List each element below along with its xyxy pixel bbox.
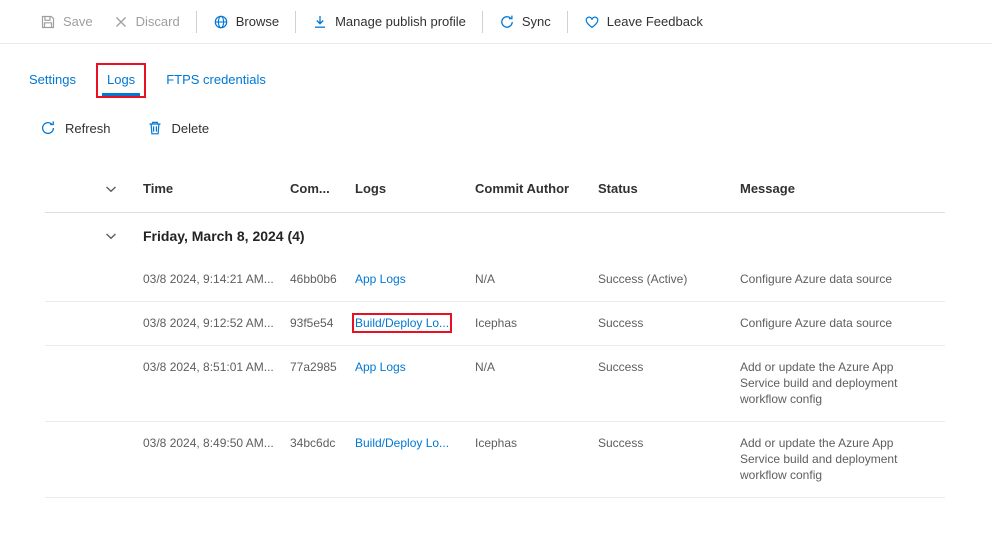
- browse-button[interactable]: Browse: [203, 8, 289, 36]
- table-row[interactable]: 03/8 2024, 8:51:01 AM... 77a2985 App Log…: [45, 346, 945, 422]
- cell-message: Add or update the Azure App Service buil…: [740, 359, 945, 407]
- header-message: Message: [740, 181, 945, 197]
- chevron-down-icon: [103, 181, 119, 197]
- save-label: Save: [63, 14, 93, 29]
- save-button[interactable]: Save: [30, 8, 103, 36]
- cell-message: Add or update the Azure App Service buil…: [740, 435, 945, 483]
- build-deploy-logs-link[interactable]: Build/Deploy Lo...: [355, 316, 449, 330]
- build-deploy-logs-link[interactable]: Build/Deploy Lo...: [355, 436, 449, 450]
- header-commit-author: Commit Author: [475, 181, 598, 197]
- tab-settings[interactable]: Settings: [20, 65, 85, 96]
- tab-strip: Settings Logs FTPS credentials: [0, 44, 992, 96]
- cell-commit-author: N/A: [475, 359, 598, 375]
- group-collapse-chevron[interactable]: [45, 228, 143, 244]
- command-bar: Save Discard Browse Manage publish profi…: [0, 0, 992, 44]
- save-icon: [40, 14, 56, 30]
- tab-logs[interactable]: Logs: [98, 65, 144, 96]
- leave-feedback-button[interactable]: Leave Feedback: [574, 8, 713, 36]
- deployment-logs-table: Time Com... Logs Commit Author Status Me…: [45, 169, 945, 498]
- manage-publish-profile-label: Manage publish profile: [335, 14, 466, 29]
- cell-commit-author: Icephas: [475, 315, 598, 331]
- discard-label: Discard: [136, 14, 180, 29]
- table-row[interactable]: 03/8 2024, 8:49:50 AM... 34bc6dc Build/D…: [45, 422, 945, 498]
- collapse-all-chevron[interactable]: [45, 181, 143, 197]
- cell-status: Success: [598, 359, 740, 375]
- cell-commit: 34bc6dc: [290, 435, 355, 451]
- cell-commit: 93f5e54: [290, 315, 355, 331]
- cell-commit-author: N/A: [475, 271, 598, 287]
- header-status: Status: [598, 181, 740, 197]
- cell-commit: 77a2985: [290, 359, 355, 375]
- toolbar-separator: [196, 11, 197, 33]
- toolbar-separator: [567, 11, 568, 33]
- cell-status: Success (Active): [598, 271, 740, 287]
- delete-button[interactable]: Delete: [137, 114, 220, 142]
- group-row: Friday, March 8, 2024 (4): [45, 213, 945, 258]
- x-icon: [113, 14, 129, 30]
- discard-button[interactable]: Discard: [103, 8, 190, 36]
- refresh-button[interactable]: Refresh: [30, 114, 121, 142]
- header-commit: Com...: [290, 181, 355, 197]
- cell-time: 03/8 2024, 9:14:21 AM...: [143, 271, 290, 287]
- globe-icon: [213, 14, 229, 30]
- cell-commit-author: Icephas: [475, 435, 598, 451]
- sync-button[interactable]: Sync: [489, 8, 561, 36]
- cell-message: Configure Azure data source: [740, 271, 945, 287]
- table-header-row: Time Com... Logs Commit Author Status Me…: [45, 169, 945, 213]
- refresh-icon: [40, 120, 56, 136]
- delete-label: Delete: [172, 121, 210, 136]
- refresh-label: Refresh: [65, 121, 111, 136]
- table-row[interactable]: 03/8 2024, 9:12:52 AM... 93f5e54 Build/D…: [45, 302, 945, 346]
- leave-feedback-label: Leave Feedback: [607, 14, 703, 29]
- app-logs-link[interactable]: App Logs: [355, 272, 406, 286]
- logs-action-bar: Refresh Delete: [0, 114, 992, 142]
- cell-status: Success: [598, 315, 740, 331]
- manage-publish-profile-button[interactable]: Manage publish profile: [302, 8, 476, 36]
- header-time: Time: [143, 181, 290, 197]
- table-row[interactable]: 03/8 2024, 9:14:21 AM... 46bb0b6 App Log…: [45, 258, 945, 302]
- cell-commit: 46bb0b6: [290, 271, 355, 287]
- sync-icon: [499, 14, 515, 30]
- browse-label: Browse: [236, 14, 279, 29]
- trash-icon: [147, 120, 163, 136]
- cell-time: 03/8 2024, 8:49:50 AM...: [143, 435, 290, 451]
- heart-icon: [584, 14, 600, 30]
- toolbar-separator: [482, 11, 483, 33]
- cell-message: Configure Azure data source: [740, 315, 945, 331]
- group-label: Friday, March 8, 2024 (4): [143, 228, 945, 244]
- cell-time: 03/8 2024, 9:12:52 AM...: [143, 315, 290, 331]
- chevron-down-icon: [103, 228, 119, 244]
- download-icon: [312, 14, 328, 30]
- cell-time: 03/8 2024, 8:51:01 AM...: [143, 359, 290, 375]
- cell-status: Success: [598, 435, 740, 451]
- app-logs-link[interactable]: App Logs: [355, 360, 406, 374]
- sync-label: Sync: [522, 14, 551, 29]
- tab-ftps-credentials[interactable]: FTPS credentials: [157, 65, 275, 96]
- header-logs: Logs: [355, 181, 475, 197]
- toolbar-separator: [295, 11, 296, 33]
